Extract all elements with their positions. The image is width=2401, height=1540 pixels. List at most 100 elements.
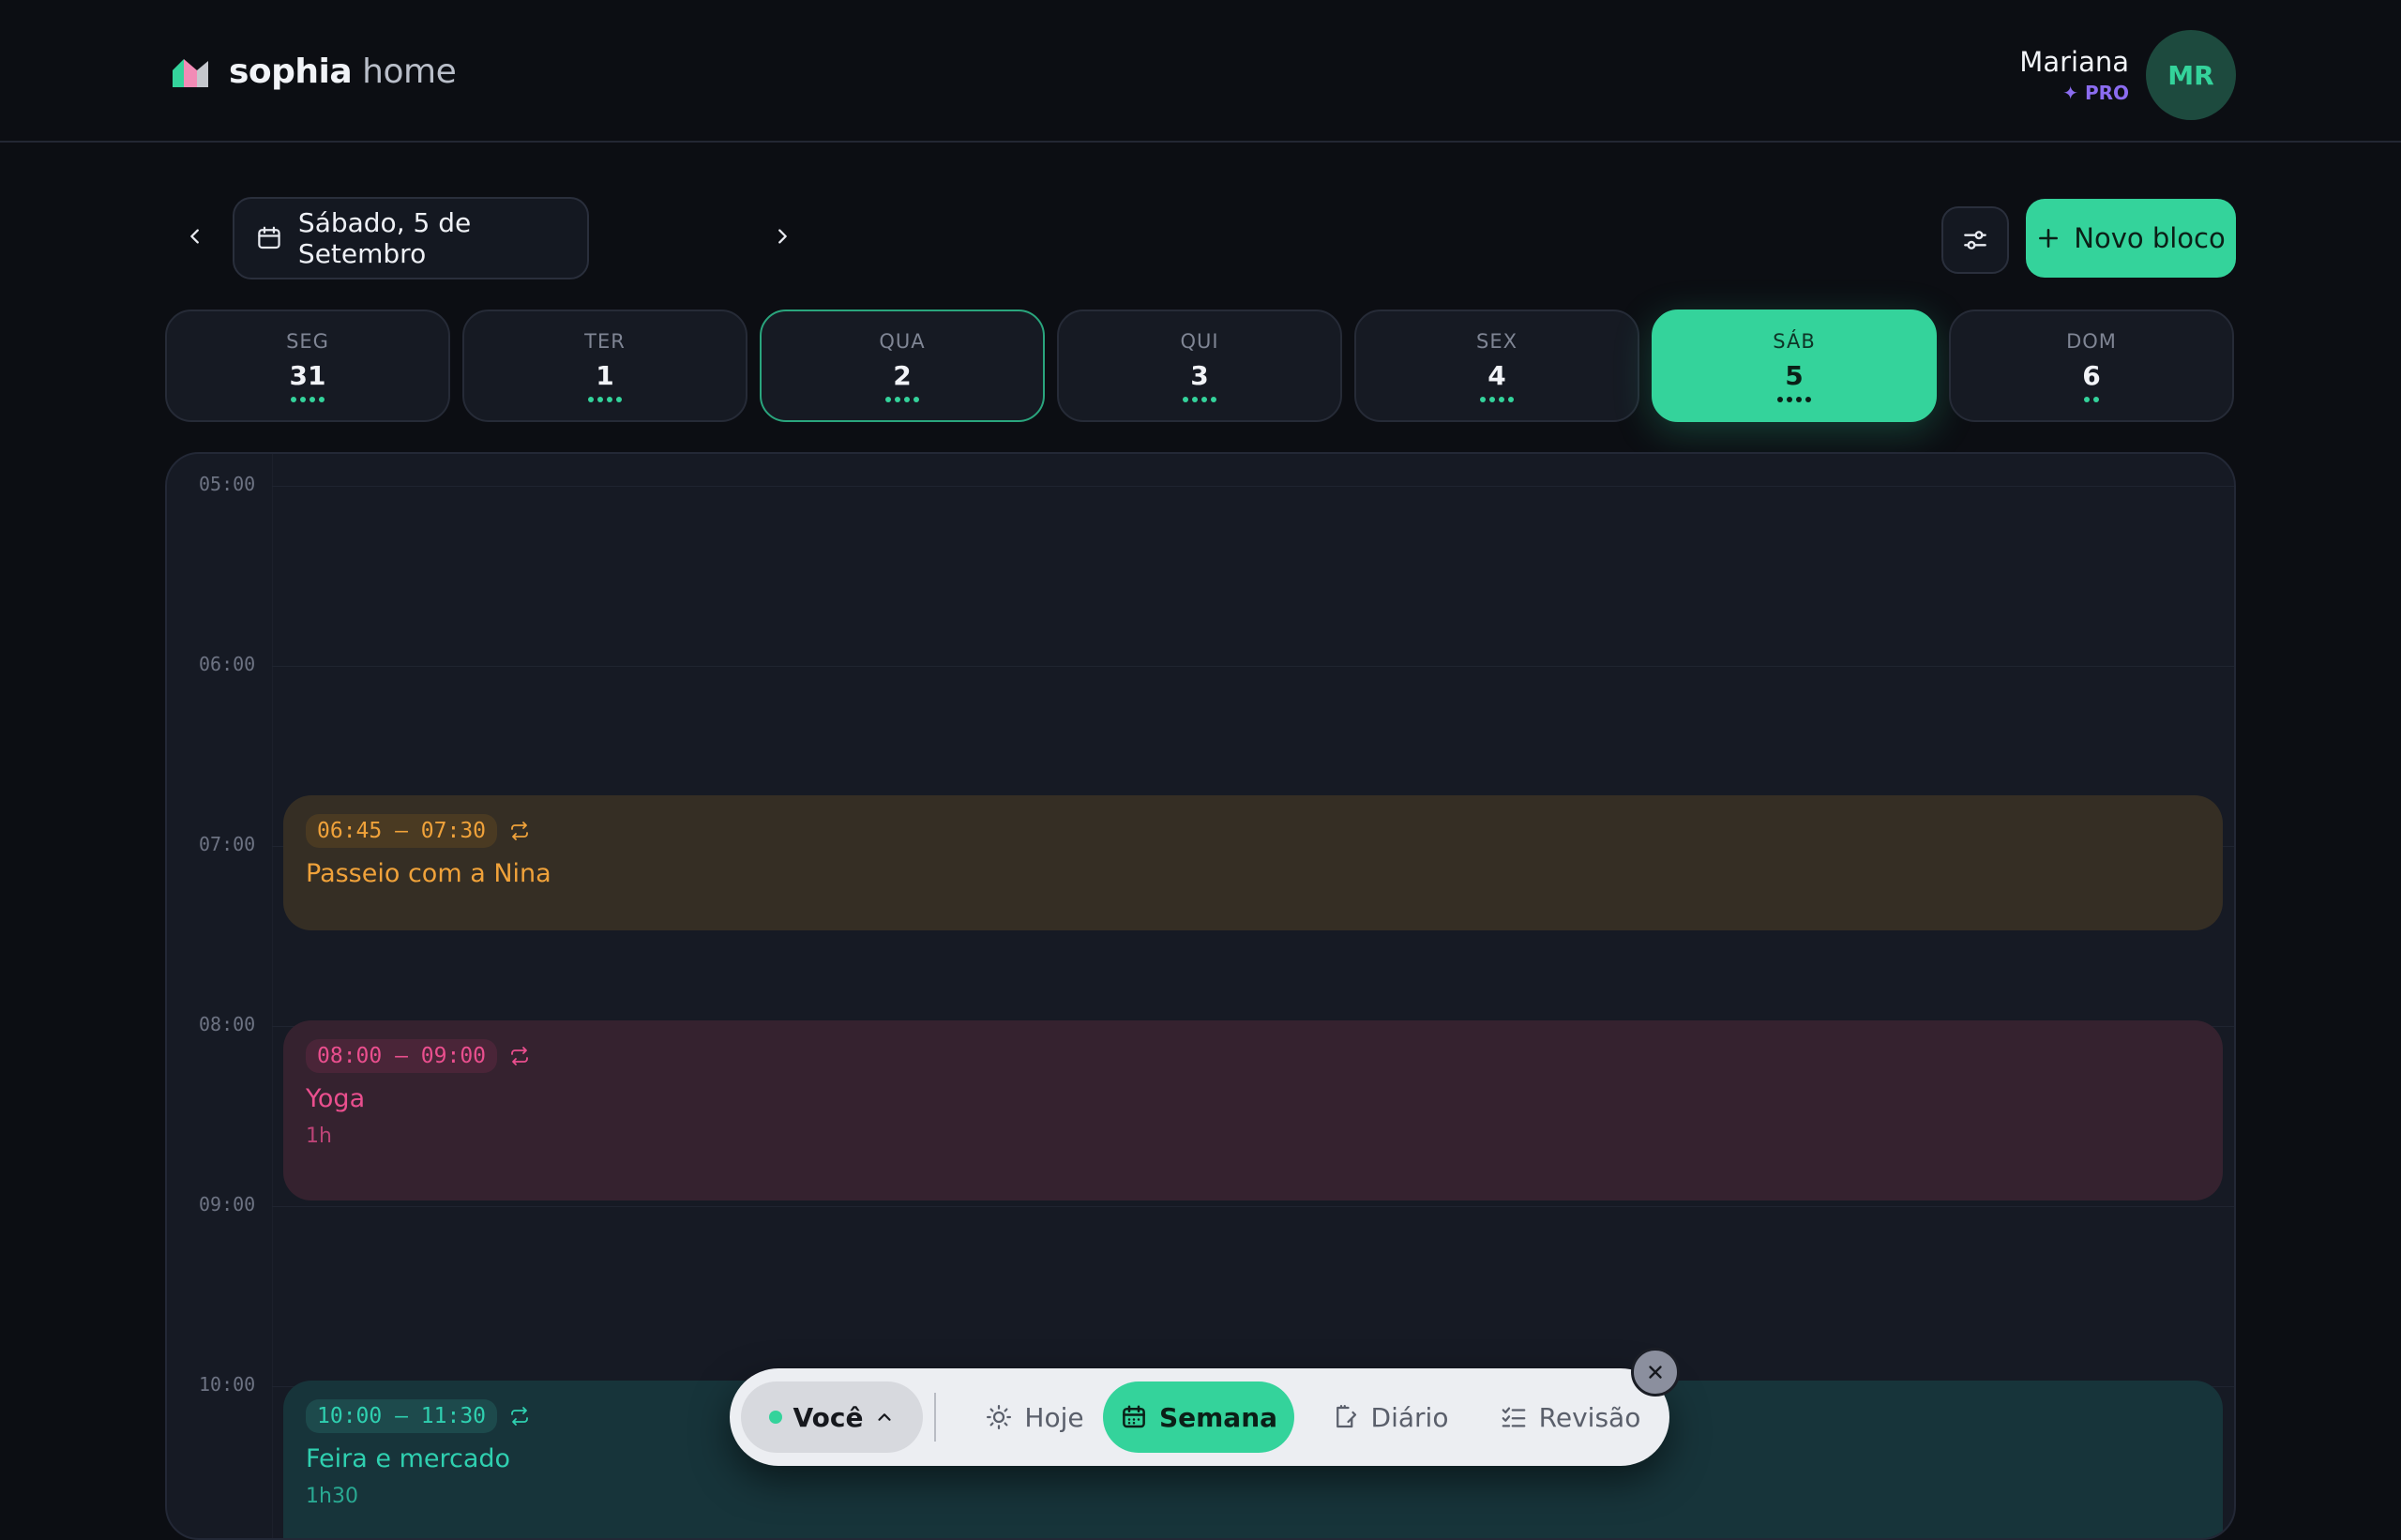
event-header: 08:00 – 09:00 <box>306 1039 2200 1073</box>
nav-divider <box>934 1393 936 1442</box>
event-title: Yoga <box>306 1084 366 1113</box>
plan-badge: ✦ PRO <box>2062 82 2129 104</box>
event-dot <box>1787 397 1792 402</box>
plus-icon <box>2039 229 2059 248</box>
day-tab-sab[interactable]: SÁB 5 <box>1652 310 1937 422</box>
event-dot <box>607 397 612 402</box>
hour-line <box>272 1206 2234 1207</box>
prev-day-button[interactable] <box>174 216 216 257</box>
hour-label: 10:00 <box>199 1373 256 1396</box>
chevron-left-icon <box>190 229 199 244</box>
date-picker-button[interactable]: Sábado, 5 de Setembro <box>233 197 589 279</box>
event-time: 10:00 – 11:30 <box>306 1399 498 1433</box>
event-duration: 1h30 <box>306 1485 358 1508</box>
hour-label: 09:00 <box>199 1193 256 1215</box>
event-dots <box>1951 397 2232 402</box>
day-number: 3 <box>1190 360 1209 391</box>
day-number: 4 <box>1487 360 1506 391</box>
avatar[interactable]: MR <box>2146 30 2236 120</box>
day-name: SÁB <box>1773 330 1816 353</box>
new-block-button[interactable]: Novo bloco <box>2026 199 2236 278</box>
chevron-up-icon <box>878 1413 892 1421</box>
day-number: 31 <box>289 360 326 391</box>
brand-name-light: home <box>362 53 457 91</box>
tab-semana[interactable]: Semana <box>1103 1381 1294 1453</box>
tab-revisao[interactable]: Revisão <box>1476 1381 1664 1453</box>
day-tab-qua[interactable]: QUA 2 <box>760 310 1045 422</box>
next-day-button[interactable] <box>762 216 803 257</box>
day-tab-ter[interactable]: TER 1 <box>462 310 747 422</box>
sliders-icon <box>1964 231 1986 249</box>
day-name: SEX <box>1476 330 1518 353</box>
close-nav-button[interactable] <box>1631 1348 1680 1397</box>
event-dot <box>1489 397 1495 402</box>
calendar-week-icon <box>1123 1405 1145 1428</box>
event-dot <box>1796 397 1802 402</box>
filter-button[interactable] <box>1941 206 2009 274</box>
tab-hoje-label: Hoje <box>1024 1401 1084 1433</box>
event-duration: 1h <box>306 1125 332 1148</box>
tab-diario[interactable]: Diário <box>1306 1381 1474 1453</box>
event-dot <box>1201 397 1207 402</box>
event-block[interactable]: 06:45 – 07:30 Passeio com a Nina <box>283 795 2223 930</box>
brand-name: sophia home <box>229 53 457 91</box>
event-dot <box>885 397 891 402</box>
logo[interactable]: sophia home <box>169 53 457 91</box>
tab-revisao-label: Revisão <box>1538 1401 1641 1433</box>
profile-label: Você <box>793 1401 864 1433</box>
event-dot <box>1777 397 1783 402</box>
event-dots <box>167 397 448 402</box>
event-dot <box>1805 397 1811 402</box>
event-dot <box>1508 397 1514 402</box>
hour-label: 05:00 <box>199 473 256 495</box>
current-date-label: Sábado, 5 de Setembro <box>297 207 472 269</box>
event-time: 08:00 – 09:00 <box>306 1039 498 1073</box>
event-dots <box>1059 397 1340 402</box>
journal-icon <box>1336 1405 1356 1428</box>
event-time: 06:45 – 07:30 <box>306 814 498 848</box>
checklist-icon <box>1502 1407 1526 1427</box>
day-name: QUI <box>1180 330 1219 353</box>
event-dot <box>1192 397 1198 402</box>
tab-diario-label: Diário <box>1370 1401 1449 1433</box>
hour-label: 06:00 <box>199 653 256 675</box>
event-dot <box>1211 397 1216 402</box>
tab-semana-label: Semana <box>1158 1401 1278 1433</box>
user-name: Mariana <box>2019 46 2129 78</box>
user-info: Mariana ✦ PRO <box>2019 46 2129 104</box>
event-dot <box>291 397 296 402</box>
event-block[interactable]: 08:00 – 09:00 Yoga 1h <box>283 1020 2223 1200</box>
day-tab-dom[interactable]: DOM 6 <box>1949 310 2234 422</box>
day-name: SEG <box>286 330 329 353</box>
day-number: 1 <box>596 360 614 391</box>
repeat-icon <box>511 822 528 840</box>
house-logo-icon <box>173 58 208 87</box>
profile-switcher-button[interactable]: Você <box>741 1381 923 1453</box>
event-dot <box>319 397 325 402</box>
event-dot <box>914 397 919 402</box>
chevron-right-icon <box>778 229 787 244</box>
week-day-selector: SEG 31 TER 1 QUA 2 QUI 3 SEX 4 SÁB 5 DOM… <box>165 310 2236 422</box>
new-block-label: Novo bloco <box>2074 222 2226 254</box>
event-dot <box>1183 397 1188 402</box>
day-tab-sex[interactable]: SEX 4 <box>1354 310 1639 422</box>
event-header: 06:45 – 07:30 <box>306 814 2200 848</box>
tab-hoje[interactable]: Hoje <box>955 1381 1114 1453</box>
repeat-icon <box>511 1047 528 1065</box>
calendar-icon <box>258 226 280 249</box>
day-tab-seg[interactable]: SEG 31 <box>165 310 450 422</box>
event-dot <box>1480 397 1486 402</box>
event-dots <box>464 397 746 402</box>
top-header: sophia home Mariana ✦ PRO MR <box>0 0 2401 143</box>
day-number: 2 <box>893 360 912 391</box>
event-dot <box>597 397 603 402</box>
event-dot <box>300 397 306 402</box>
user-menu[interactable]: Mariana ✦ PRO MR <box>2019 30 2236 120</box>
bottom-navigation: Você Hoje Semana Diário Revisão <box>730 1368 1669 1466</box>
day-tab-qui[interactable]: QUI 3 <box>1057 310 1342 422</box>
close-icon <box>1649 1366 1662 1379</box>
hour-label: 07:00 <box>199 833 256 855</box>
event-dot <box>1499 397 1504 402</box>
day-number: 5 <box>1785 360 1804 391</box>
event-dot <box>2093 397 2099 402</box>
